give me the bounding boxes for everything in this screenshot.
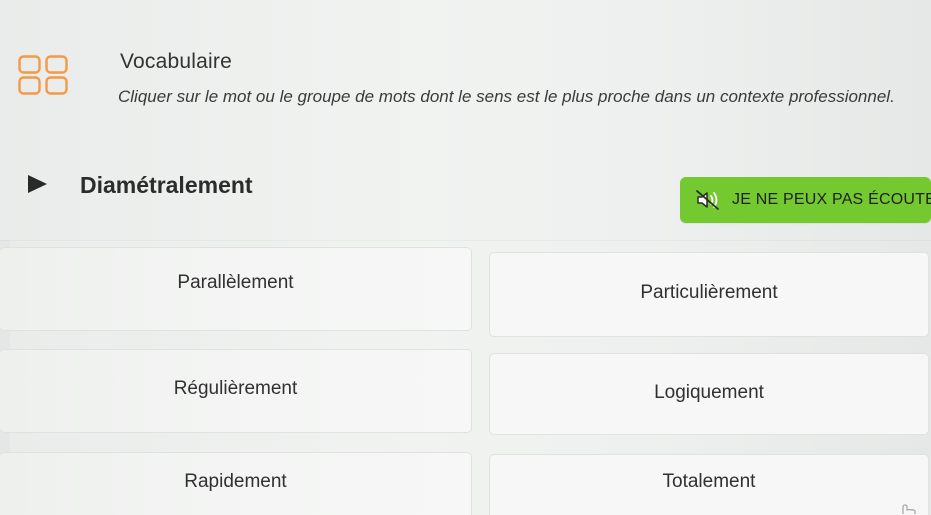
choice-option[interactable]: Logiquement: [489, 353, 929, 435]
choice-label: Totalement: [662, 470, 756, 492]
target-word: Diamétralement: [80, 172, 253, 198]
cursor-icon: [902, 504, 916, 514]
choice-option[interactable]: Totalement: [489, 454, 929, 515]
play-audio-button[interactable]: [18, 174, 50, 194]
choice-option[interactable]: Régulièrement: [0, 349, 472, 433]
cant-listen-button[interactable]: JE NE PEUX PAS ÉCOUTER: [680, 177, 931, 223]
choice-option[interactable]: Parallèlement: [0, 247, 472, 331]
activity-header: Vocabulaire Cliquer sur le mot ou le gro…: [0, 0, 931, 140]
page-title: Vocabulaire: [120, 50, 232, 73]
choice-option[interactable]: Particulièrement: [489, 252, 929, 337]
grid-squares-icon: [18, 55, 68, 95]
choice-option[interactable]: Rapidement: [0, 452, 472, 515]
choice-label: Parallèlement: [177, 271, 294, 293]
cant-listen-label: JE NE PEUX PAS ÉCOUTER: [732, 191, 931, 208]
choice-label: Rapidement: [184, 470, 287, 492]
instruction-text: Cliquer sur le mot ou le groupe de mots …: [118, 87, 895, 106]
play-icon: [28, 175, 47, 193]
divider: [0, 240, 931, 241]
choice-label: Régulièrement: [173, 377, 298, 399]
choice-label: Particulièrement: [640, 282, 778, 304]
sound-off-icon: [696, 190, 719, 210]
choice-label: Logiquement: [654, 381, 764, 403]
